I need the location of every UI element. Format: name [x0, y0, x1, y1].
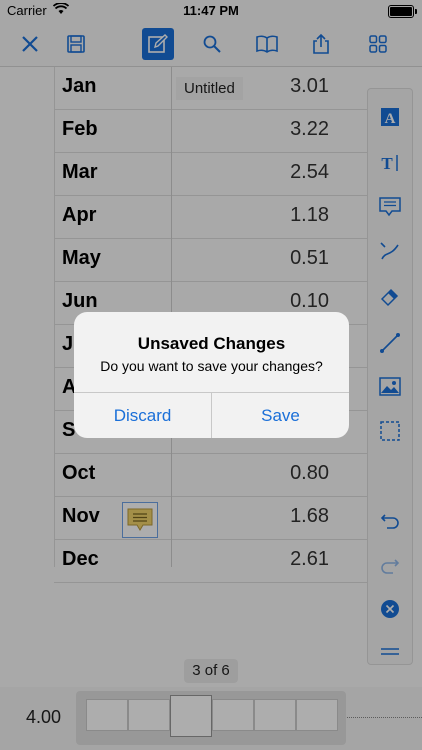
dialog-title: Unsaved Changes: [137, 334, 286, 353]
discard-button[interactable]: Discard: [74, 393, 211, 438]
dialog-message: Do you want to save your changes?: [100, 358, 323, 374]
unsaved-changes-dialog: Unsaved Changes Do you want to save your…: [74, 312, 349, 438]
save-button[interactable]: Save: [212, 393, 349, 438]
